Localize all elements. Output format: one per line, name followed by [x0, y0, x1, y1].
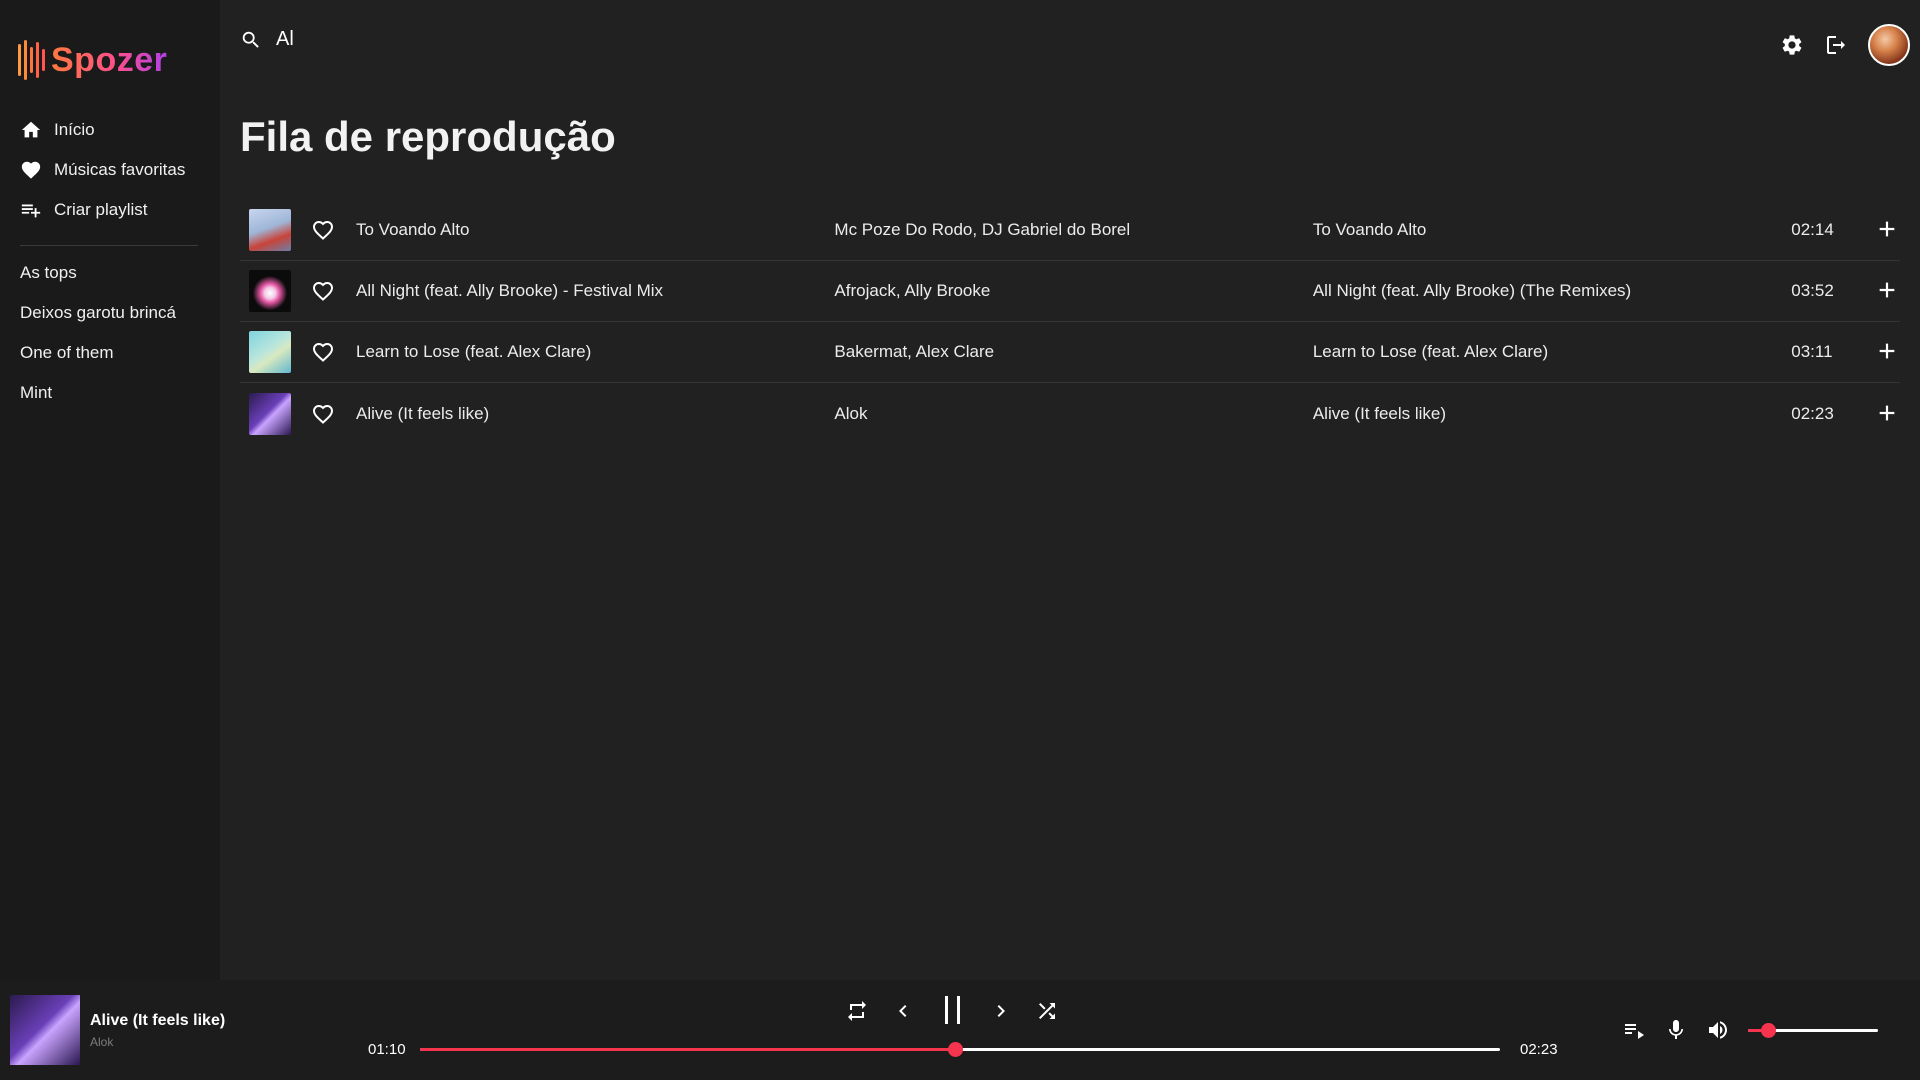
track-duration: 02:23 [1791, 403, 1834, 423]
heart-icon [21, 161, 41, 179]
player-bar: Alive (It feels like) Alok 01:10 02:23 [0, 980, 1920, 1080]
search-icon[interactable] [240, 29, 262, 51]
track-title[interactable]: Alive (It feels like) [356, 404, 834, 424]
queue-list: To Voando Alto Mc Poze Do Rodo, DJ Gabri… [240, 200, 1900, 444]
track-artists[interactable]: Bakermat, Alex Clare [834, 342, 1312, 362]
like-button[interactable] [311, 402, 335, 426]
logo-text: Spozer [51, 40, 168, 79]
logout-icon[interactable] [1824, 33, 1848, 57]
now-playing-cover[interactable] [10, 995, 80, 1065]
track-duration: 03:52 [1791, 281, 1834, 300]
queue-row[interactable]: All Night (feat. Ally Brooke) - Festival… [240, 261, 1900, 322]
track-artists[interactable]: Mc Poze Do Rodo, DJ Gabriel do Borel [834, 220, 1312, 240]
heart-outline-icon [312, 404, 334, 424]
now-playing-title[interactable]: Alive (It feels like) [90, 1012, 225, 1030]
sidebar: Spozer Início Músicas favoritas Criar pl… [0, 0, 220, 980]
add-to-playlist-button[interactable] [1876, 402, 1900, 426]
queue-row[interactable]: To Voando Alto Mc Poze Do Rodo, DJ Gabri… [240, 200, 1900, 261]
heart-outline-icon [312, 281, 334, 301]
pause-icon [956, 996, 960, 1024]
queue-row[interactable]: Alive (It feels like) Alok Alive (It fee… [240, 383, 1900, 444]
nav-item-label: Criar playlist [54, 200, 148, 219]
total-time: 02:23 [1520, 1041, 1558, 1058]
nav-item-favorites[interactable]: Músicas favoritas [20, 150, 200, 190]
queue-icon[interactable] [1622, 1018, 1646, 1042]
search-bar [240, 28, 676, 51]
playlist-item[interactable]: Mint [20, 373, 200, 413]
add-to-playlist-button[interactable] [1876, 340, 1900, 364]
extra-controls [1622, 1018, 1730, 1042]
playlist-list: As tops Deixos garotu brincá One of them… [20, 253, 200, 413]
album-cover [249, 270, 291, 312]
add-to-playlist-button[interactable] [1876, 279, 1900, 303]
heart-outline-icon [312, 342, 334, 362]
pause-button[interactable] [937, 996, 967, 1026]
next-icon[interactable] [989, 999, 1013, 1023]
nav-item-home[interactable]: Início [20, 110, 200, 150]
track-album[interactable]: All Night (feat. Ally Brooke) (The Remix… [1313, 281, 1791, 301]
track-artists[interactable]: Afrojack, Ally Brooke [834, 281, 1312, 301]
volume-slider[interactable] [1748, 1023, 1878, 1038]
sidebar-divider [20, 245, 198, 246]
nav-item-label: Início [54, 120, 95, 139]
volume-handle[interactable] [1760, 1023, 1776, 1038]
playlist-add-icon [21, 204, 41, 218]
logo[interactable]: Spozer [18, 38, 167, 82]
track-artists[interactable]: Alok [834, 404, 1312, 424]
logo-icon [18, 40, 45, 80]
track-album[interactable]: Learn to Lose (feat. Alex Clare) [1313, 342, 1791, 362]
track-title[interactable]: Learn to Lose (feat. Alex Clare) [356, 342, 834, 362]
album-cover [249, 331, 291, 373]
repeat-icon[interactable] [845, 999, 869, 1023]
like-button[interactable] [311, 279, 335, 303]
nav-item-label: Músicas favoritas [54, 160, 186, 179]
plus-icon [1879, 282, 1895, 298]
queue-row[interactable]: Learn to Lose (feat. Alex Clare) Bakerma… [240, 322, 1900, 383]
home-icon [21, 121, 41, 138]
track-duration: 03:11 [1791, 342, 1833, 361]
track-album[interactable]: To Voando Alto [1313, 220, 1791, 240]
now-playing-artist[interactable]: Alok [90, 1035, 113, 1049]
page-title: Fila de reprodução [240, 113, 616, 160]
track-title[interactable]: To Voando Alto [356, 220, 834, 240]
progress-bar[interactable] [420, 1042, 1500, 1057]
track-album[interactable]: Alive (It feels like) [1313, 404, 1791, 424]
header-actions [1780, 24, 1910, 66]
search-input[interactable] [276, 28, 676, 51]
shuffle-icon[interactable] [1035, 999, 1059, 1023]
progress-fill [420, 1048, 955, 1051]
heart-outline-icon [312, 220, 334, 240]
progress-handle[interactable] [947, 1042, 963, 1057]
playlist-item[interactable]: One of them [20, 333, 200, 373]
pause-icon [944, 996, 948, 1024]
main-nav: Início Músicas favoritas Criar playlist [20, 110, 200, 230]
track-title[interactable]: All Night (feat. Ally Brooke) - Festival… [356, 281, 834, 301]
settings-icon[interactable] [1780, 33, 1804, 57]
plus-icon [1879, 343, 1895, 359]
playlist-item[interactable]: Deixos garotu brincá [20, 293, 200, 333]
previous-icon[interactable] [891, 999, 915, 1023]
like-button[interactable] [311, 218, 335, 242]
track-duration: 02:14 [1791, 220, 1834, 239]
current-time: 01:10 [368, 1041, 406, 1058]
like-button[interactable] [311, 340, 335, 364]
nav-item-create-playlist[interactable]: Criar playlist [20, 190, 200, 230]
playback-controls [845, 996, 1059, 1026]
avatar[interactable] [1868, 24, 1910, 66]
album-cover [249, 392, 291, 435]
volume-icon[interactable] [1706, 1018, 1730, 1042]
plus-icon [1879, 405, 1895, 420]
add-to-playlist-button[interactable] [1876, 218, 1900, 242]
album-cover [249, 209, 291, 251]
plus-icon [1879, 221, 1895, 237]
microphone-icon[interactable] [1664, 1018, 1688, 1042]
playlist-item[interactable]: As tops [20, 253, 200, 293]
